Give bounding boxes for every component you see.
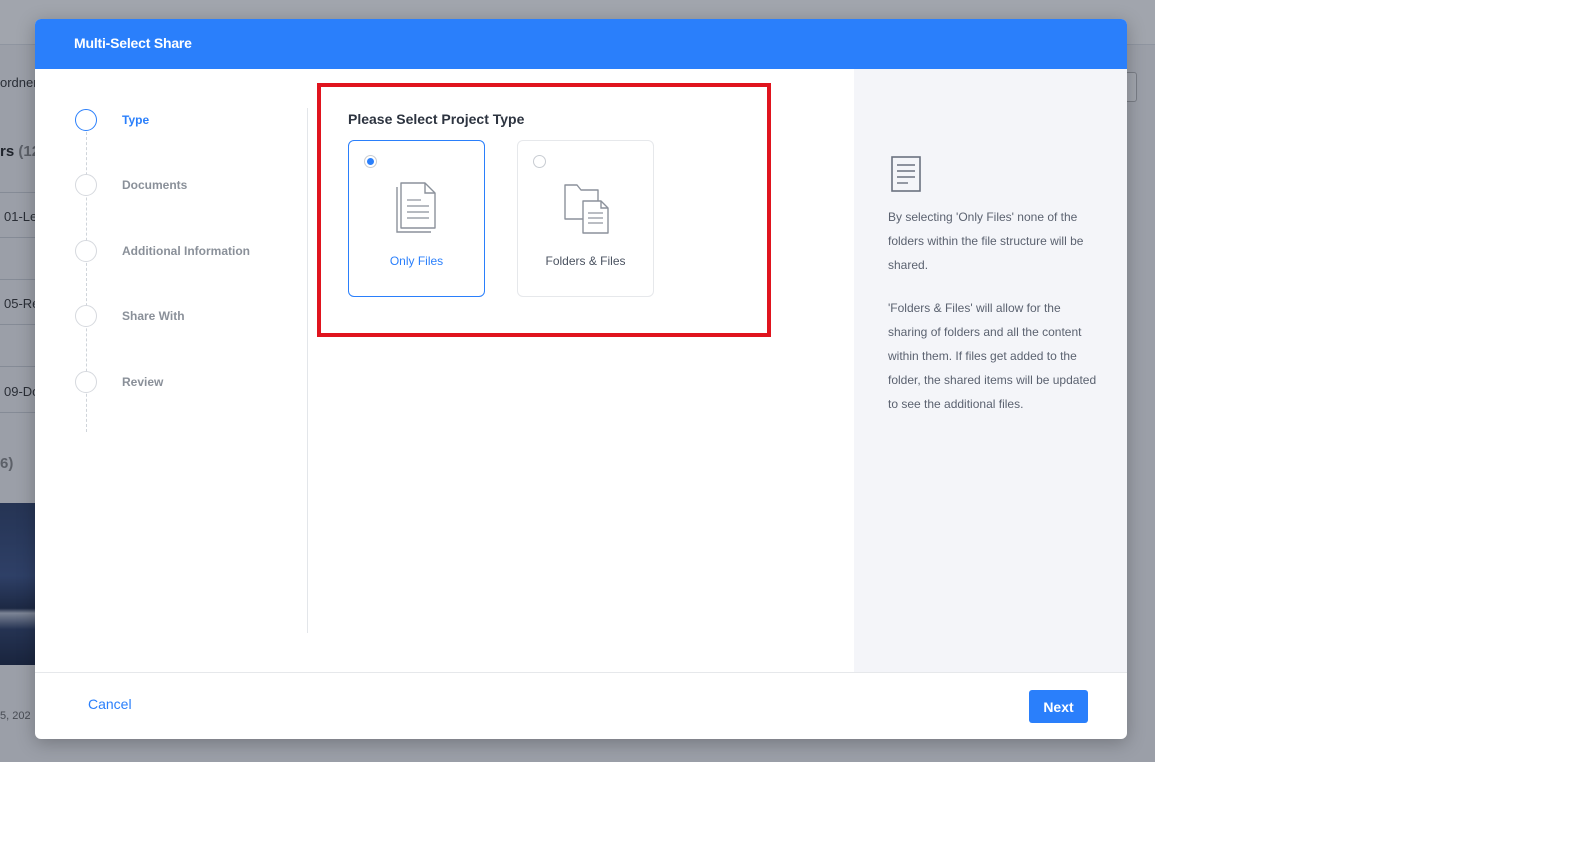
info-paragraph-folders-files: 'Folders & Files' will allow for the sha… [888,301,1097,411]
step-type[interactable]: Type [75,109,295,133]
step-indicator [75,174,97,196]
step-indicator [75,240,97,262]
step-label: Type [122,113,150,127]
cancel-button[interactable]: Cancel [88,696,132,712]
step-documents[interactable]: Documents [75,174,295,198]
step-label: Documents [122,178,188,192]
vertical-divider [307,108,308,633]
step-share-with[interactable]: Share With [75,305,295,329]
step-indicator [75,109,97,131]
step-navigation: Type Documents Additional Information Sh… [35,69,307,672]
highlight-annotation [317,83,771,337]
multi-select-share-modal: Multi-Select Share Type Documents Additi… [35,19,1127,739]
step-label: Additional Information [122,244,250,258]
modal-title: Multi-Select Share [74,35,192,51]
footer-divider [35,672,1127,673]
info-panel: By selecting 'Only Files' none of the fo… [854,69,1127,672]
step-label: Share With [122,309,185,323]
step-review[interactable]: Review [75,371,295,395]
next-button[interactable]: Next [1029,690,1088,723]
step-indicator [75,305,97,327]
step-label: Review [122,375,164,389]
step-indicator [75,371,97,393]
document-icon [891,156,921,192]
modal-header: Multi-Select Share [35,19,1127,69]
step-additional-information[interactable]: Additional Information [75,240,295,264]
info-paragraph-only-files: By selecting 'Only Files' none of the fo… [888,210,1084,272]
